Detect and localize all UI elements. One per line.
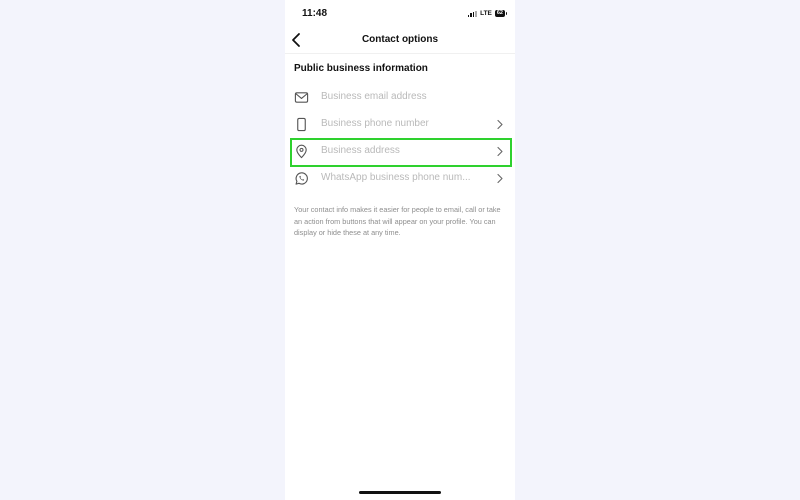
network-type: LTE xyxy=(480,10,492,17)
business-email-row[interactable]: Business email address xyxy=(290,85,510,110)
home-indicator[interactable] xyxy=(359,491,441,494)
whatsapp-phone-label: WhatsApp business phone num... xyxy=(321,172,471,183)
business-email-label: Business email address xyxy=(321,91,427,102)
contact-info-description: Your contact info makes it easier for pe… xyxy=(294,205,501,237)
phone-icon xyxy=(297,117,306,132)
mail-icon xyxy=(294,92,309,103)
nav-bar: Contact options xyxy=(285,28,515,54)
status-indicators: LTE 62 xyxy=(467,10,508,17)
phone-screen: 11:48 LTE 62 Contact options Public busi… xyxy=(285,0,515,500)
status-bar: 11:48 LTE 62 xyxy=(285,0,515,28)
section-title: Public business information xyxy=(294,63,428,74)
battery-icon: 62 xyxy=(494,10,508,17)
signal-icon xyxy=(467,10,478,17)
business-phone-label: Business phone number xyxy=(321,118,429,129)
chevron-right-icon xyxy=(497,119,503,130)
whatsapp-phone-row[interactable]: WhatsApp business phone num... xyxy=(290,166,510,191)
highlight-box xyxy=(290,138,512,167)
business-phone-row[interactable]: Business phone number xyxy=(290,112,510,137)
status-time: 11:48 xyxy=(302,8,328,19)
whatsapp-icon xyxy=(295,172,308,185)
page-title: Contact options xyxy=(361,34,439,45)
chevron-right-icon xyxy=(497,173,503,184)
